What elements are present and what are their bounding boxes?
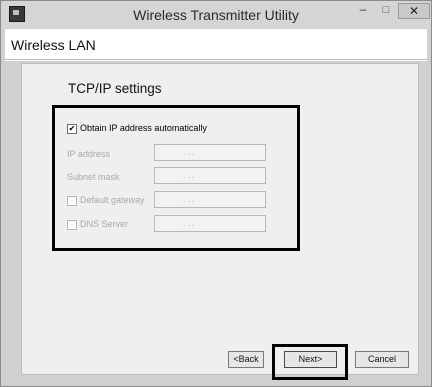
minimize-icon: – [359,2,367,16]
next-button[interactable]: Next> [284,351,337,368]
content-panel: TCP/IP settings ✔ Obtain IP address auto… [21,63,419,375]
subnet-mask-field[interactable]: . . . [154,167,266,184]
title-bar[interactable]: Wireless Transmitter Utility – □ ✕ [1,1,431,28]
tcpip-settings-group: ✔ Obtain IP address automatically IP add… [52,105,300,251]
dns-server-checkbox[interactable] [67,220,77,230]
obtain-ip-auto-checkbox[interactable]: ✔ [67,124,77,134]
default-gateway-field[interactable]: . . . [154,191,266,208]
back-button[interactable]: <Back [228,351,264,368]
dns-server-value: . . . [183,219,195,228]
subnet-mask-value: . . . [183,171,195,180]
subnet-mask-label: Subnet mask [67,172,120,182]
cancel-button[interactable]: Cancel [355,351,409,368]
ip-address-value: . . . [183,148,195,157]
checkmark-icon: ✔ [68,124,76,133]
maximize-button[interactable]: □ [377,4,395,18]
obtain-ip-auto-label: Obtain IP address automatically [80,123,207,133]
wizard-header: Wireless LAN [5,29,427,61]
wizard-window: Wireless Transmitter Utility – □ ✕ Wirel… [0,0,432,387]
ip-address-label: IP address [67,149,110,159]
default-gateway-label: Default gateway [80,195,145,205]
close-icon: ✕ [408,4,420,18]
dns-server-field[interactable]: . . . [154,215,266,232]
dns-server-label: DNS Server [80,219,129,229]
ip-address-field[interactable]: . . . [154,144,266,161]
minimize-button[interactable]: – [353,2,373,18]
default-gateway-checkbox[interactable] [67,196,77,206]
close-button[interactable]: ✕ [398,3,430,19]
section-title: Wireless LAN [11,37,96,53]
maximize-icon: □ [382,4,390,16]
page-heading: TCP/IP settings [68,81,162,96]
header-divider [5,59,427,60]
default-gateway-value: . . . [183,195,195,204]
